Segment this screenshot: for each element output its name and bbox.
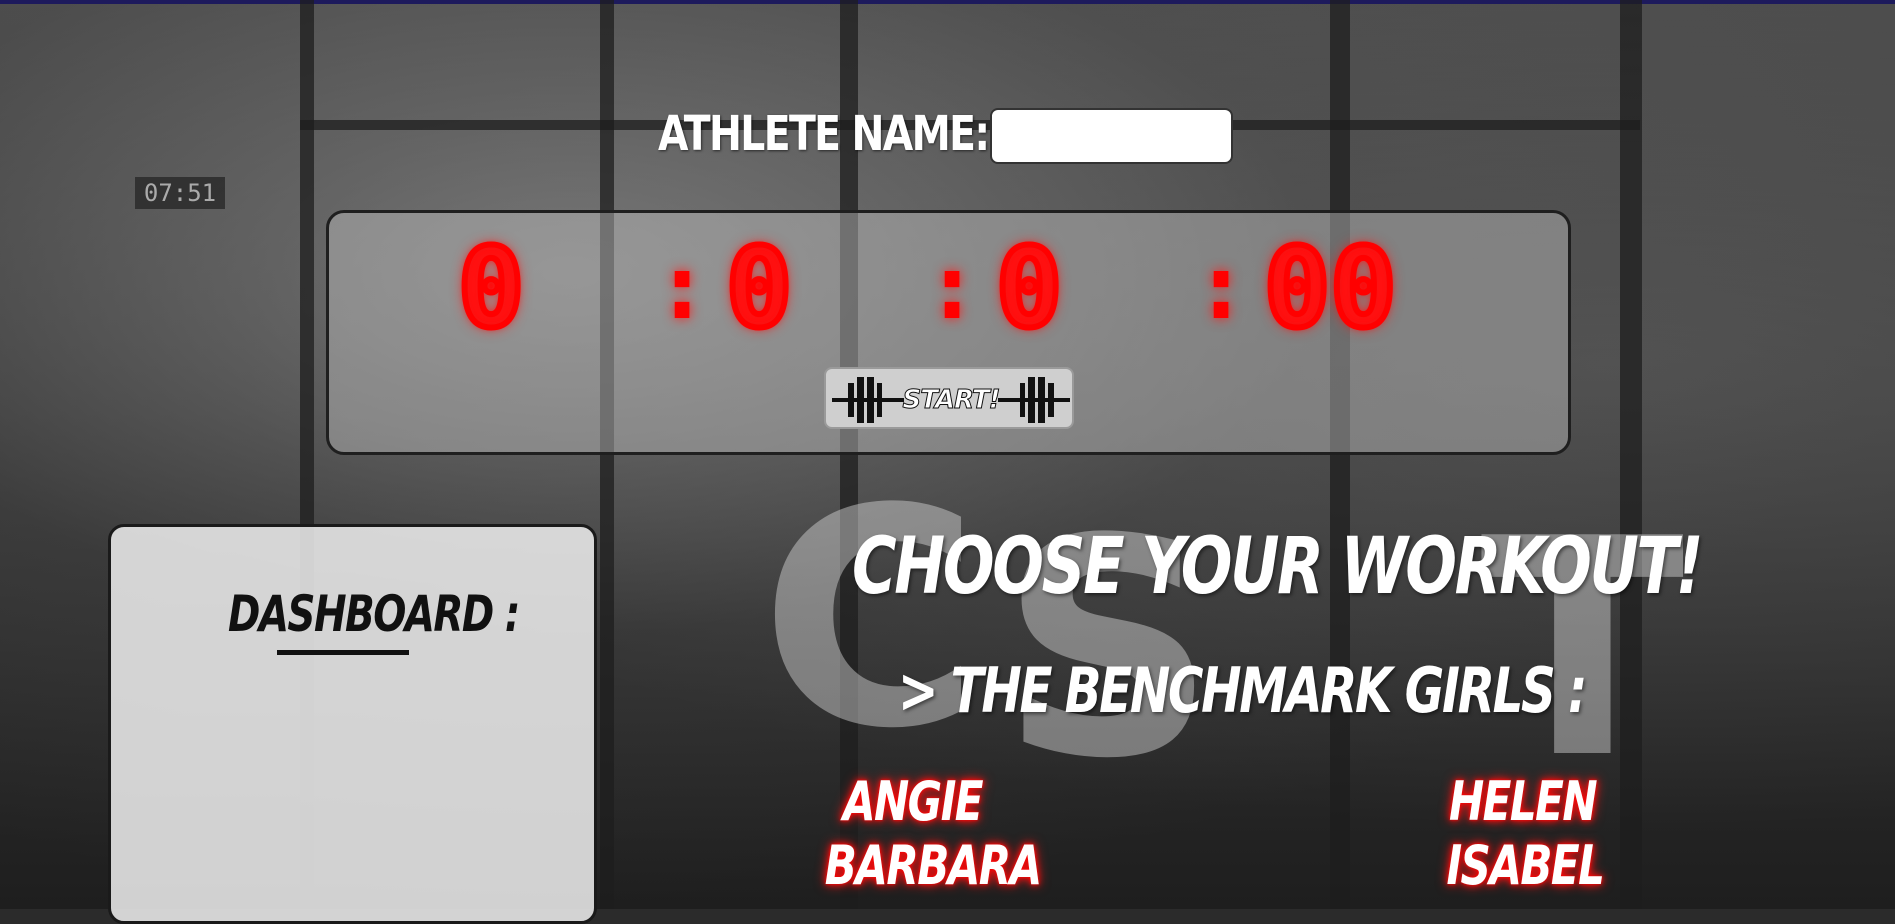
- workout-angie[interactable]: ANGIE: [836, 770, 988, 834]
- timer-centiseconds: 00: [1261, 224, 1399, 352]
- timer-seconds: 0: [993, 224, 1065, 352]
- workout-helen[interactable]: HELEN: [1446, 770, 1598, 834]
- timer-separator: :: [1194, 235, 1249, 340]
- benchmark-girls-heading: > THE BENCHMARK GIRLS :: [898, 654, 1587, 727]
- workout-isabel[interactable]: ISABEL: [1446, 834, 1605, 898]
- athlete-name-label: ATHLETE NAME:: [658, 106, 990, 162]
- athlete-name-input[interactable]: [990, 108, 1233, 164]
- timer-separator: :: [655, 235, 710, 340]
- choose-workout-heading: CHOOSE YOUR WORKOUT!: [852, 522, 1703, 612]
- dashboard-title: DASHBOARD :: [228, 585, 520, 643]
- start-button[interactable]: START!: [824, 367, 1074, 429]
- workout-barbara[interactable]: BARBARA: [825, 834, 1043, 898]
- start-label: START!: [902, 385, 1001, 416]
- top-bar: [0, 0, 1895, 4]
- timer-minutes: 0: [723, 224, 795, 352]
- wall-clock: 07:51: [135, 177, 225, 209]
- timer-separator: :: [925, 235, 980, 340]
- timer-hours: 0: [455, 224, 527, 352]
- dashboard-panel: [108, 524, 597, 924]
- dashboard-underline: [277, 650, 409, 655]
